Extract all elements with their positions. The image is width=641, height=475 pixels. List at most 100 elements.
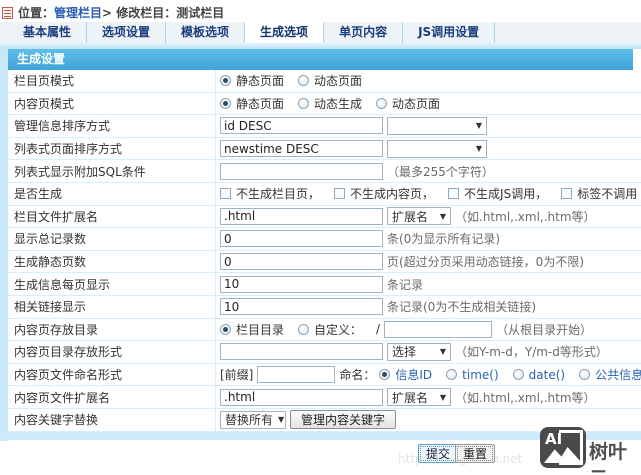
radio-label: 动态页面 [392, 96, 441, 111]
reset-button[interactable]: 重置 [455, 444, 496, 463]
radio-option[interactable]: 信息ID [379, 366, 432, 383]
field-content: 选择 ▼ （如Y-m-d，Y/m-d等形式） [216, 342, 641, 361]
radio-label: 信息ID [395, 368, 433, 383]
chevron-down-icon: ▼ [439, 392, 446, 402]
radio-label: 自定义： [314, 322, 363, 337]
radio-label: date() [528, 367, 566, 382]
radio-icon [220, 75, 231, 87]
radio-option[interactable]: 静态页面 [220, 95, 284, 112]
hint-text: （如.html,.xml,.htm等） [455, 390, 596, 405]
hint-text: 条记录(0为不生成相关链接) [387, 300, 536, 315]
watermark-brand: 树叶云 [589, 441, 628, 475]
checkbox-label: 标签不调用 [577, 187, 638, 202]
hint-text: （如.html,.xml,.htm等） [455, 209, 596, 224]
field-content: 页(超过分页采用动态链接，0为不限) [216, 253, 641, 271]
text-input[interactable] [220, 117, 383, 135]
hint-text: （最多255个字符） [387, 164, 494, 179]
tab-bar: 基本属性 选项设置 模板选项 生成选项 单页内容 JS调用设置 [0, 22, 641, 43]
field-label: 内容页文件命名形式 [8, 363, 216, 386]
checkbox-option[interactable]: 不生成栏目页， [220, 185, 320, 202]
field-label: 管理信息排序方式 [8, 115, 216, 137]
form-row: 内容页目录存放形式 选择 ▼ （如Y-m-d，Y/m-d等形式） [8, 341, 641, 364]
text-input[interactable] [220, 253, 383, 271]
select-dropdown[interactable]: 选择 ▼ [387, 342, 451, 361]
chevron-down-icon: ▼ [439, 347, 446, 357]
field-label: 列表式页面排序方式 [8, 137, 216, 160]
select-dropdown[interactable]: ▼ [387, 116, 487, 135]
submit-button[interactable]: 提交 [418, 444, 459, 463]
form-row: 内容页模式 静态页面 动态生成 动态页面 [8, 92, 641, 116]
form-row: 列表式页面排序方式 ▼ [8, 137, 641, 161]
text-input[interactable] [384, 320, 493, 338]
radio-icon [376, 97, 388, 109]
select-dropdown[interactable]: ▼ [387, 139, 487, 158]
field-content: 扩展名 ▼ （如.html,.xml,.htm等） [216, 388, 641, 407]
field-label: 相关链接显示 [8, 295, 216, 318]
text-input[interactable] [220, 388, 383, 406]
text-input[interactable] [220, 275, 383, 293]
tab-5[interactable]: 单页内容 [324, 22, 404, 43]
form-row: 列表式显示附加SQL条件 （最多255个字符） [8, 160, 641, 183]
radio-option[interactable]: 动态生成 [298, 95, 362, 112]
radio-option[interactable]: time() [446, 368, 499, 382]
radio-option[interactable]: 静态页面 [220, 72, 284, 89]
checkbox-label: 不生成内容页， [350, 187, 435, 202]
field-content: 栏目目录 自定义： / （从根目录开始） [216, 320, 641, 338]
select-dropdown[interactable]: 扩展名 ▼ [387, 207, 451, 226]
checkbox-option[interactable]: 不生成JS调用， [448, 185, 547, 202]
checkbox-option[interactable]: 不生成内容页， [334, 185, 434, 202]
section-header: 生成设置 [8, 49, 633, 70]
inline-text: / [376, 322, 381, 337]
checkbox-option[interactable]: 标签不调用 [561, 185, 637, 202]
breadcrumb-link-manage-columns[interactable]: 管理栏目 [54, 4, 102, 21]
form-row: 管理信息排序方式 ▼ [8, 115, 641, 138]
form-row: 内容页存放目录 栏目目录 自定义： / （从根目录开始） [8, 318, 641, 342]
select-value: 选择 [392, 345, 417, 360]
text-input[interactable] [220, 343, 383, 361]
tab-1[interactable]: 基本属性 [8, 22, 88, 43]
radio-label: 公共信息ID [595, 368, 641, 383]
field-label: 生成信息每页显示 [8, 273, 216, 295]
chevron-down-icon: ▼ [278, 415, 285, 425]
radio-option[interactable]: 自定义： [298, 321, 362, 338]
generation-settings-form: 栏目页模式静态页面动态页面内容页模式静态页面动态生成动态页面管理信息排序方式▼列… [8, 70, 641, 432]
radio-icon [446, 369, 458, 381]
radio-option[interactable]: 公共信息ID [579, 366, 641, 383]
select-value: 替换所有 [225, 413, 274, 428]
field-label: 栏目文件扩展名 [8, 205, 216, 228]
manage-keywords-button[interactable]: 管理内容关键字 [290, 410, 397, 430]
left-border-stripe [0, 49, 8, 441]
hint-text: 条(0为显示所有记录) [387, 232, 500, 247]
radio-label: 静态页面 [236, 74, 285, 89]
radio-label: 静态页面 [236, 96, 285, 111]
cms-column-edit-page: 位置： 管理栏目 > 修改栏目：测试栏目 基本属性 选项设置 模板选项 生成选项 单页内… [0, 0, 641, 475]
form-row: 生成静态页数 页(超过分页采用动态链接，0为不限) [8, 250, 641, 274]
radio-option[interactable]: 动态页面 [298, 72, 362, 89]
select-dropdown[interactable]: 扩展名 ▼ [387, 388, 451, 407]
text-input[interactable] [220, 298, 383, 316]
inline-text: [前缀] [220, 368, 254, 383]
select-dropdown[interactable]: 替换所有 ▼ [220, 410, 286, 429]
field-content: 条记录 [216, 275, 641, 293]
text-input[interactable] [220, 162, 383, 180]
checkbox-icon [561, 188, 573, 200]
form-row: 栏目文件扩展名 扩展名 ▼ （如.html,.xml,.htm等） [8, 205, 641, 229]
form-row: 生成信息每页显示 条记录 [8, 273, 641, 296]
tab-6[interactable]: JS调用设置 [403, 22, 496, 43]
tab-2[interactable]: 选项设置 [87, 22, 167, 43]
tab-4[interactable]: 生成选项 [245, 22, 325, 43]
text-input[interactable] [220, 140, 383, 158]
text-input[interactable] [220, 230, 383, 248]
radio-option[interactable]: 栏目目录 [220, 321, 284, 338]
tab-3[interactable]: 模板选项 [166, 22, 246, 43]
chevron-down-icon: ▼ [439, 211, 446, 221]
field-label: 显示总记录数 [8, 228, 216, 250]
radio-option[interactable]: date() [512, 367, 566, 382]
field-label: 内容页模式 [8, 92, 216, 115]
radio-option[interactable]: 动态页面 [376, 95, 440, 112]
text-input[interactable] [257, 366, 336, 384]
text-input[interactable] [220, 207, 383, 225]
field-content: 不生成栏目页， 不生成内容页， 不生成JS调用， 标签不调用 [216, 185, 641, 202]
radio-label: 动态页面 [314, 74, 363, 89]
checkbox-label: 不生成JS调用， [464, 187, 548, 202]
